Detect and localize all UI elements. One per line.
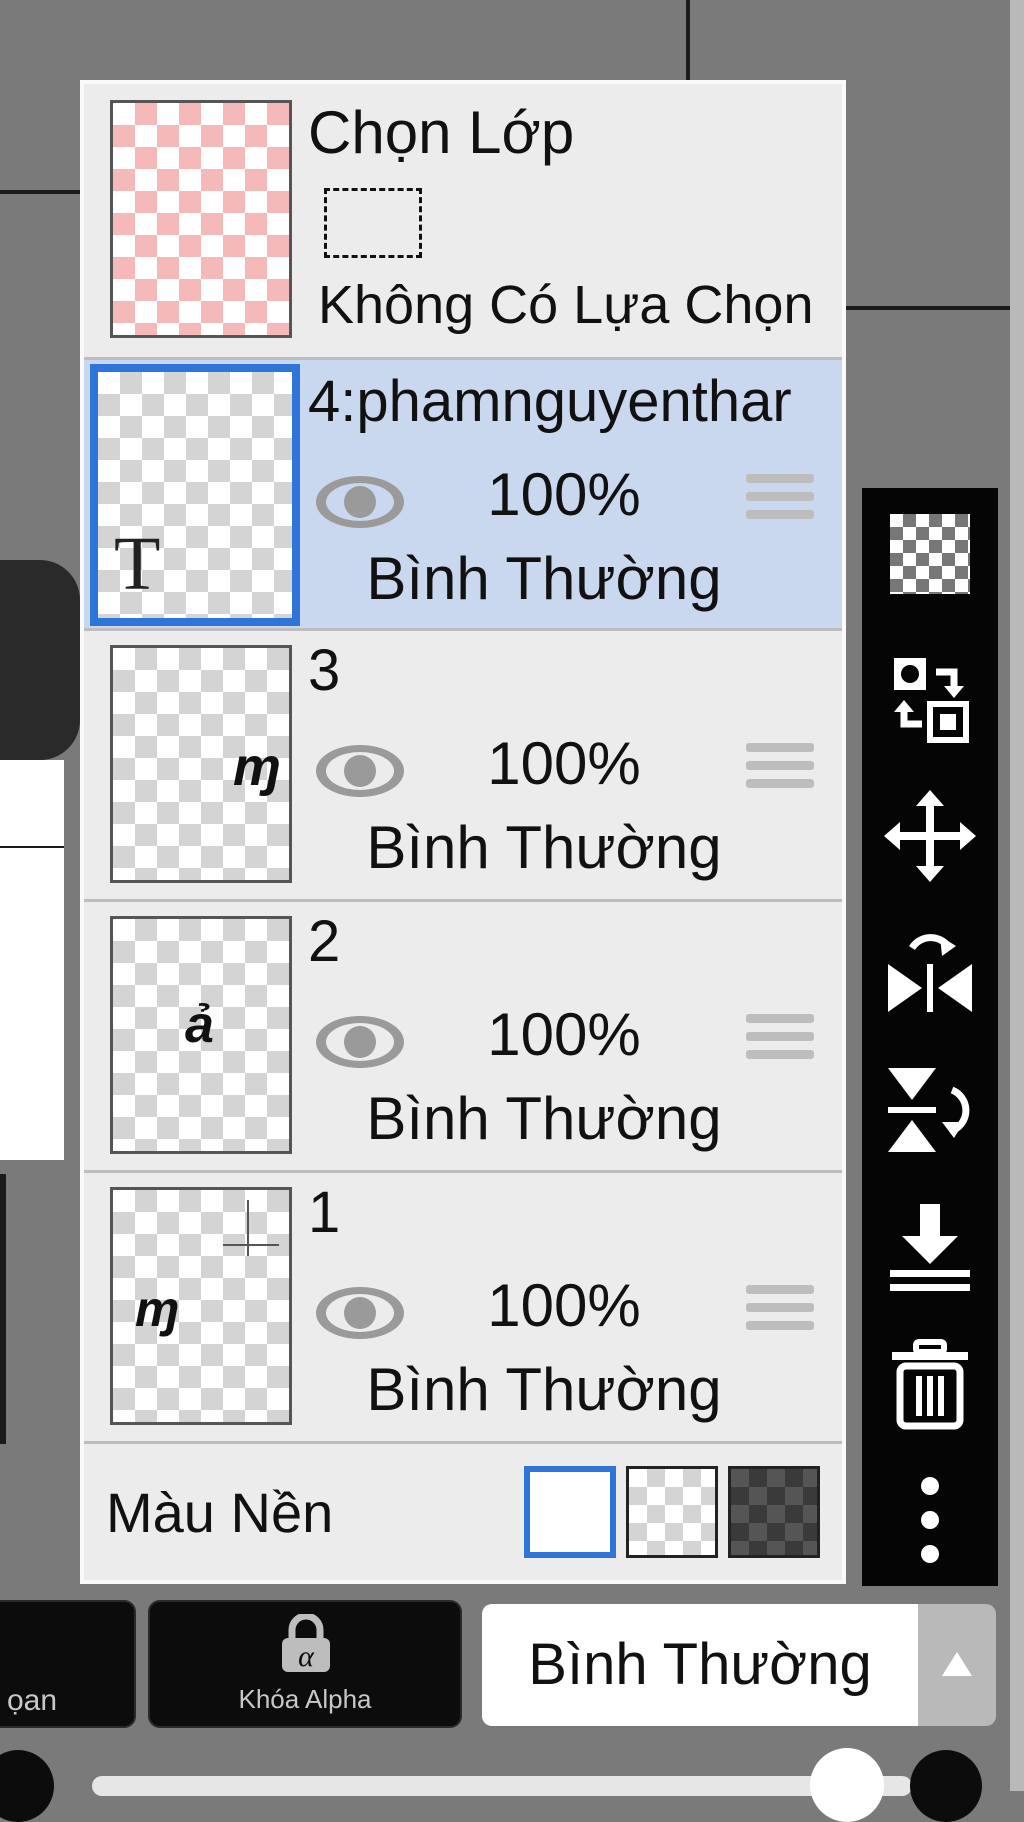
- blend-mode-dropdown-arrow[interactable]: [918, 1604, 996, 1726]
- layer-thumbnail: ɱ: [110, 645, 292, 883]
- layer-row[interactable]: ɱ 1 100% Bình Thường: [84, 1173, 842, 1444]
- thumbnail-stroke: ɱ: [233, 737, 282, 797]
- layer-name: 2: [308, 909, 341, 974]
- layer-row[interactable]: ɱ 3 100% Bình Thường: [84, 631, 842, 902]
- layer-thumbnail: ɱ: [110, 1187, 292, 1425]
- clipping-label: ọan: [6, 1684, 58, 1717]
- layer-name: 1: [308, 1180, 341, 1245]
- layer-panel: Chọn Lớp Không Có Lựa Chọn T 4:phamnguye…: [80, 80, 846, 1584]
- opacity-slider-thumb[interactable]: [810, 1748, 884, 1822]
- layer-opacity[interactable]: 100%: [484, 1271, 644, 1340]
- layer-row[interactable]: T 4:phamnguyenthar 100% Bình Thường: [84, 360, 842, 631]
- drag-handle-icon[interactable]: [746, 1285, 814, 1339]
- merge-down-icon[interactable]: [882, 1198, 978, 1294]
- layer-thumbnail: ả: [110, 916, 292, 1154]
- alpha-lock-label: Khóa Alpha: [238, 1684, 372, 1714]
- visibility-eye-icon[interactable]: [312, 1012, 408, 1072]
- layer-opacity[interactable]: 100%: [484, 460, 644, 529]
- selection-status: Không Có Lựa Chọn: [318, 275, 814, 335]
- swap-layers-icon[interactable]: [882, 650, 978, 746]
- chevron-up-icon: [942, 1652, 972, 1676]
- flip-horizontal-icon[interactable]: [882, 924, 978, 1020]
- canvas-white-area: [0, 760, 64, 1160]
- trash-icon[interactable]: [882, 1336, 978, 1432]
- bg-white-option[interactable]: [524, 1466, 616, 1558]
- thumbnail-stroke: ɱ: [135, 1281, 180, 1337]
- drag-handle-icon[interactable]: [746, 474, 814, 528]
- alpha-lock-button[interactable]: α Khóa Alpha: [148, 1600, 462, 1728]
- background-color-row: Màu Nền: [84, 1444, 842, 1580]
- bg-dark-checker-option[interactable]: [728, 1466, 820, 1558]
- clipping-button[interactable]: ọan: [0, 1600, 136, 1728]
- layer-blend-mode[interactable]: Bình Thường: [364, 544, 724, 613]
- thumbnail-corner-mark: [223, 1244, 279, 1246]
- thumbnail-stroke: ả: [185, 996, 214, 1054]
- selection-title: Chọn Lớp: [308, 99, 575, 166]
- bg-transparent-option[interactable]: [626, 1466, 718, 1558]
- selection-thumbnail: [110, 100, 292, 338]
- layer-opacity[interactable]: 100%: [484, 729, 644, 798]
- layer-blend-mode[interactable]: Bình Thường: [364, 1355, 724, 1424]
- layer-opacity[interactable]: 100%: [484, 1000, 644, 1069]
- layer-blend-mode[interactable]: Bình Thường: [364, 813, 724, 882]
- thumbnail-corner-mark: [247, 1200, 249, 1256]
- transparency-icon[interactable]: [890, 514, 970, 594]
- opacity-slider-track[interactable]: [92, 1776, 912, 1796]
- canvas-artwork-fragment: [0, 560, 80, 760]
- visibility-eye-icon[interactable]: [312, 741, 408, 801]
- alpha-lock-icon: α: [282, 1614, 330, 1673]
- visibility-eye-icon[interactable]: [312, 1283, 408, 1343]
- visibility-eye-icon[interactable]: [312, 472, 408, 532]
- more-vert-icon[interactable]: [882, 1472, 978, 1568]
- layer-row[interactable]: ả 2 100% Bình Thường: [84, 902, 842, 1173]
- move-icon[interactable]: [882, 788, 978, 884]
- selection-marquee-icon: [324, 188, 422, 258]
- text-layer-glyph: T: [114, 522, 161, 606]
- layer-blend-mode[interactable]: Bình Thường: [364, 1084, 724, 1153]
- svg-text:α: α: [298, 1640, 315, 1673]
- flip-vertical-icon[interactable]: [882, 1062, 978, 1158]
- drag-handle-icon[interactable]: [746, 743, 814, 797]
- background-color-label: Màu Nền: [106, 1481, 334, 1544]
- layer-toolbar: [862, 488, 998, 1586]
- slider-increase-button[interactable]: [910, 1750, 982, 1822]
- selection-row[interactable]: Chọn Lớp Không Có Lựa Chọn: [84, 84, 842, 360]
- blend-mode-select[interactable]: Bình Thường: [482, 1604, 918, 1726]
- layer-name: 3: [308, 638, 341, 703]
- layer-name: 4:phamnguyenthar: [308, 369, 792, 434]
- layer-thumbnail: T: [90, 364, 300, 626]
- slider-decrease-button[interactable]: [0, 1750, 54, 1822]
- drag-handle-icon[interactable]: [746, 1014, 814, 1068]
